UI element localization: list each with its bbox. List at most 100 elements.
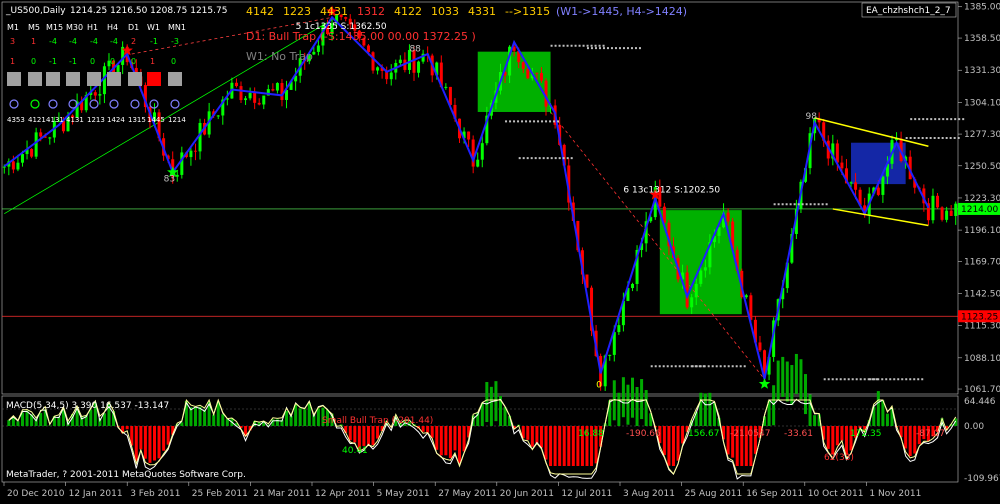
x-tick-label: 20 Dec 2010 (7, 489, 65, 499)
macd-axis-zero: 0.00 (964, 422, 984, 432)
candle-body (376, 67, 379, 70)
macd-hist-bar (458, 426, 461, 463)
candle-body (476, 160, 479, 167)
timeframe-label: D1 (128, 23, 139, 32)
y-tick-label: 1088.10 (964, 354, 1000, 364)
candle-body (467, 132, 470, 140)
macd-hist-bar (199, 407, 202, 426)
header-number: 4142 (246, 5, 274, 18)
x-tick-label: 1 Nov 2011 (869, 489, 921, 499)
macd-hist-bar (12, 418, 15, 426)
macd-hist-bar (640, 379, 643, 419)
candle-body (276, 83, 279, 90)
consolidation-box (851, 143, 906, 184)
y-tick-label: 1169.70 (964, 257, 1000, 267)
macd-hist-bar (790, 365, 793, 405)
candle-body (16, 163, 19, 170)
header-number: 4331 (468, 5, 496, 18)
macd-hist-bar (567, 426, 570, 466)
timeframe-row2: -1 (49, 57, 57, 66)
y-tick-label: 1358.50 (964, 34, 1000, 44)
macd-hist-bar (681, 426, 684, 443)
consolidation-box (660, 210, 742, 314)
candle-body (390, 73, 393, 80)
timeframe-sun-icon (90, 100, 98, 108)
macd-hist-bar (139, 426, 142, 449)
candle-body (262, 96, 265, 105)
timeframe-square-icon (28, 72, 42, 86)
macd-hist-bar (440, 426, 443, 455)
macd-hist-bar (435, 426, 438, 450)
channel-upper (815, 118, 929, 146)
candle-body (271, 89, 274, 90)
y-tick-label: 1304.10 (964, 98, 1000, 108)
timeframe-square-icon (107, 72, 121, 86)
top-annotation-2: 88 (409, 45, 421, 55)
candle-body (945, 211, 948, 220)
candle-body (686, 273, 689, 308)
macd-hist-bar (836, 426, 839, 445)
macd-hist-bar (677, 426, 680, 461)
candle-body (941, 207, 944, 219)
zigzag-line (4, 17, 928, 379)
timeframe-level: 4131 (46, 116, 64, 124)
macd-hist-bar (48, 425, 51, 426)
timeframe-level: 1424 (107, 116, 125, 124)
candle-body (48, 137, 51, 138)
timeframe-row2: 0 (131, 57, 136, 66)
header-number: 4431 (320, 5, 348, 18)
candle-body (704, 267, 707, 270)
macd-hist-bar (626, 385, 629, 425)
timeframe-sun-icon (49, 100, 57, 108)
header-projection: (W1->1445, H4->1424) (556, 5, 687, 18)
macd-hist-bar (704, 393, 707, 426)
macd-hist-bar (103, 413, 106, 426)
macd-value: 156.67 (688, 429, 720, 439)
candle-body (608, 355, 611, 356)
macd-hist-bar (285, 411, 288, 426)
candle-body (950, 211, 953, 216)
candle-body (745, 295, 748, 297)
macd-hist-bar (572, 426, 575, 466)
macd-hist-bar (777, 361, 780, 401)
macd-hist-bar (631, 378, 634, 418)
macd-hist-bar (772, 385, 775, 425)
macd-hist-bar (786, 362, 789, 402)
timeframe-sun-icon (31, 100, 39, 108)
macd-hist-bar (362, 426, 365, 446)
x-tick-label: 12 Jul 2011 (561, 489, 612, 499)
timeframe-sun-icon (110, 100, 118, 108)
macd-hist-bar (144, 426, 147, 459)
level-tag-label: 1123.25 (961, 312, 998, 322)
macd-hist-bar (845, 426, 848, 455)
channel-lower (833, 209, 929, 226)
macd-hist-bar (422, 426, 425, 432)
macd-value: 16.88 (578, 429, 604, 439)
timeframe-label: W1 (147, 23, 160, 32)
candle-body (836, 143, 839, 162)
timeframe-square-icon (147, 72, 161, 86)
macd-hist-bar (16, 421, 19, 426)
macd-hist-bar (126, 426, 129, 429)
price-chart[interactable]: 1385.001358.501331.301304.101277.301250.… (0, 0, 1000, 500)
macd-hist-bar (809, 394, 812, 426)
macd-hist-bar (622, 377, 625, 417)
macd-hist-bar (148, 426, 151, 463)
timeframe-square-icon (46, 72, 60, 86)
macd-label: MACD(5,34,5) 3.390 16.537 -13.147 (6, 401, 169, 411)
x-tick-label: 20 Jun 2011 (500, 489, 554, 499)
candle-body (540, 73, 543, 81)
timeframe-square-icon (87, 72, 101, 86)
candle-body (854, 182, 857, 189)
macd-hist-bar (463, 426, 466, 451)
macd-hist-bar (167, 426, 170, 445)
candle-body (12, 161, 15, 169)
x-tick-label: 21 Mar 2011 (253, 489, 310, 499)
macd-hist-bar (781, 357, 784, 397)
y-tick-label: 1250.50 (964, 162, 1000, 172)
candle-body (180, 152, 183, 174)
macd-hist-bar (221, 414, 224, 426)
candle-body (877, 188, 880, 195)
macd-hist-bar (667, 426, 670, 466)
timeframe-row2: 1 (10, 57, 15, 66)
